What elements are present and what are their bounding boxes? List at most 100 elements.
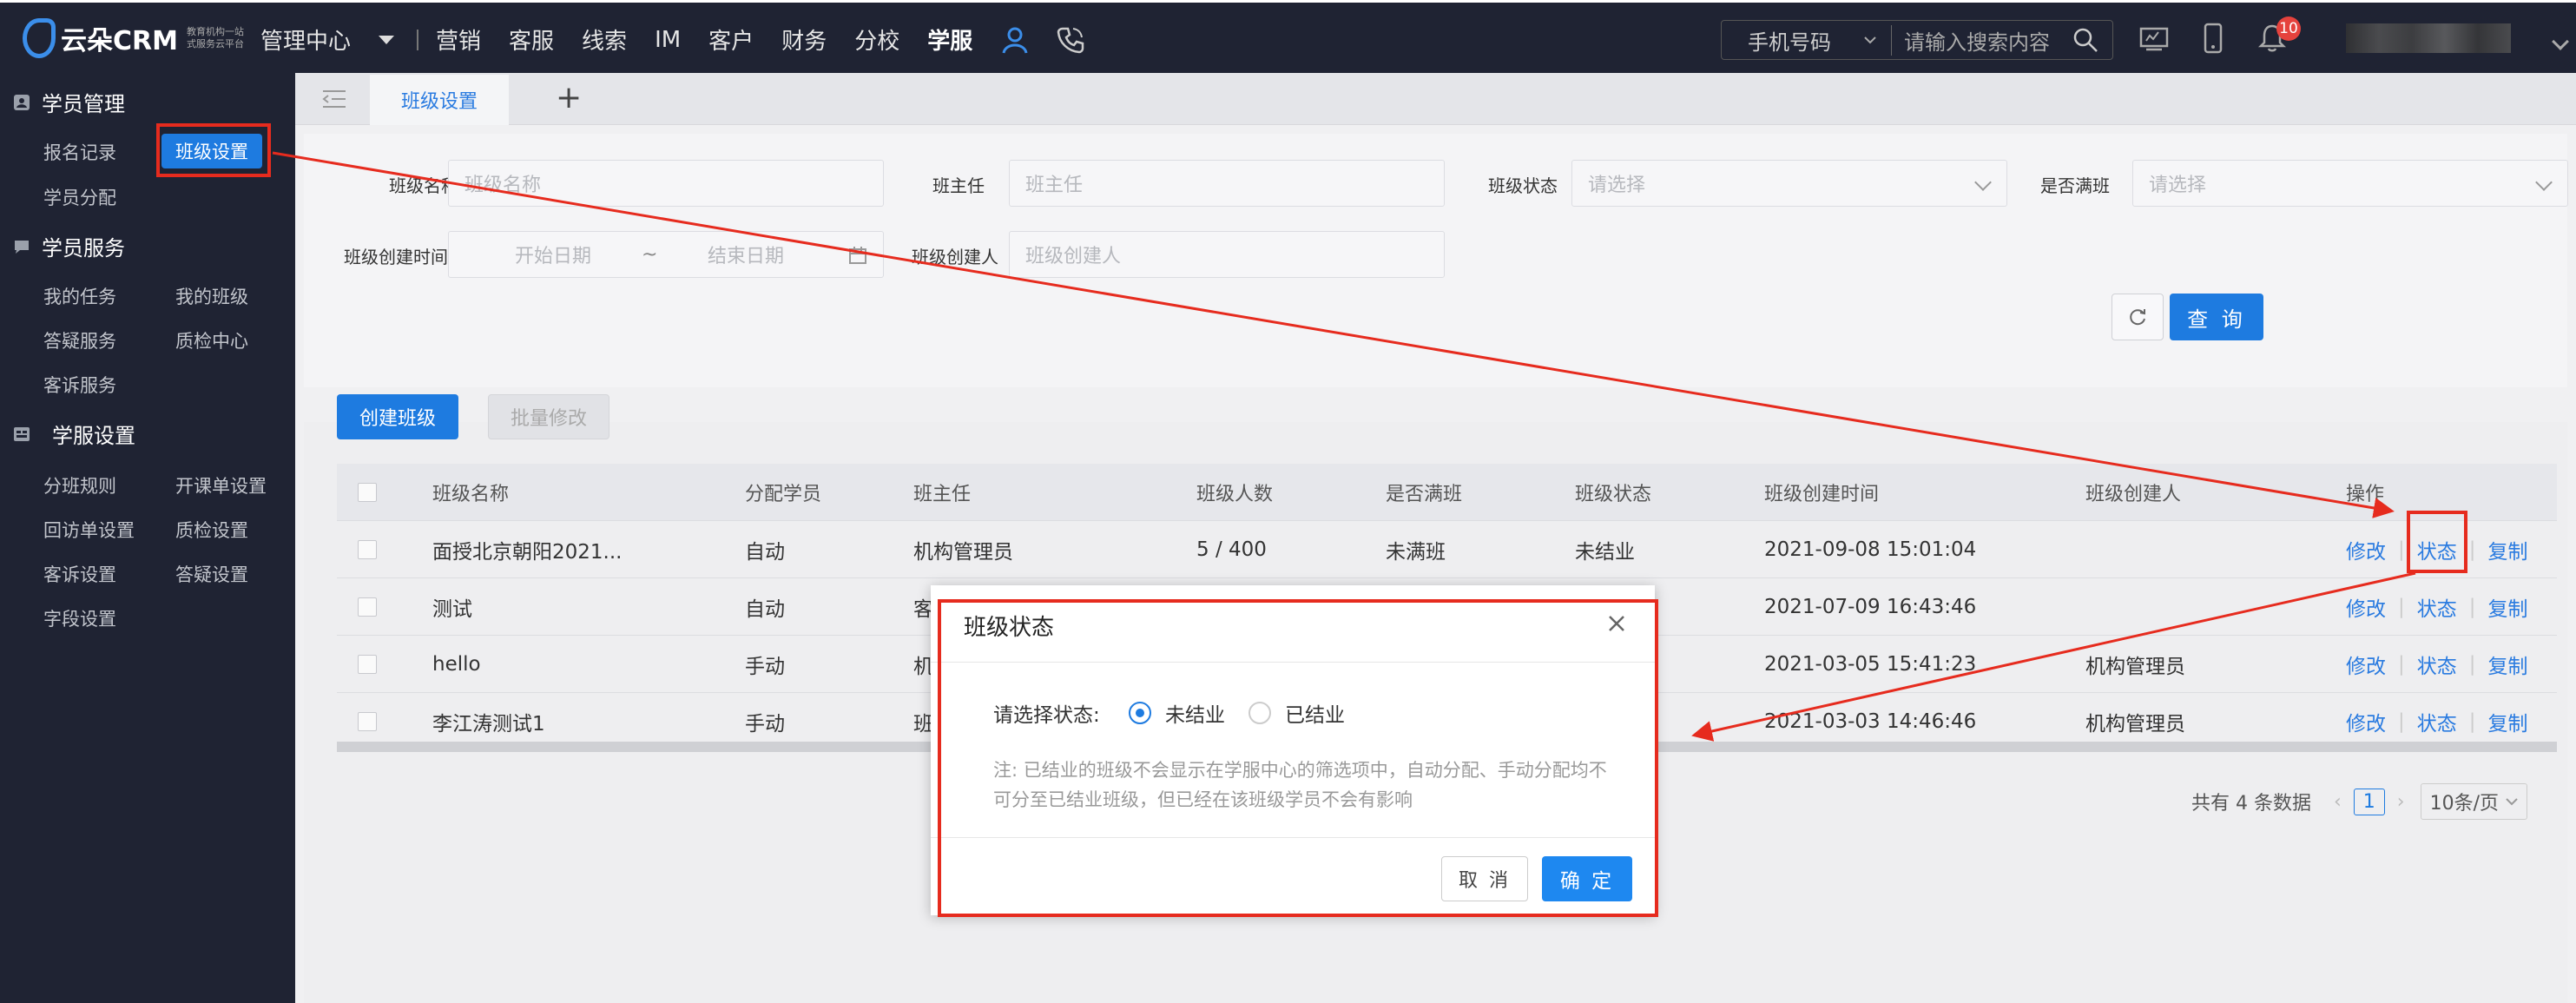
- sidebar-item-enroll-record[interactable]: 报名记录: [43, 139, 116, 165]
- sidebar-item-complaint-settings[interactable]: 客诉设置: [43, 561, 116, 587]
- nav-item-marketing[interactable]: 营销: [436, 23, 481, 56]
- op-divider: |: [2468, 710, 2476, 733]
- class-status-select[interactable]: 请选择: [1571, 160, 2007, 207]
- copy-link[interactable]: 复制: [2488, 707, 2528, 736]
- next-page-icon[interactable]: ›: [2397, 791, 2405, 813]
- collapse-menu-icon[interactable]: [321, 89, 347, 109]
- create-class-button[interactable]: 创建班级: [337, 394, 458, 439]
- add-tab-button[interactable]: +: [556, 80, 582, 115]
- sidebar-item-qa-service[interactable]: 答疑服务: [43, 327, 116, 353]
- sidebar-item-open-class-settings[interactable]: 开课单设置: [175, 472, 267, 498]
- nav-item-leads[interactable]: 线索: [582, 23, 627, 56]
- select-all-checkbox[interactable]: [358, 464, 377, 521]
- class-status-label: 班级状态: [1488, 175, 1558, 196]
- edit-link[interactable]: 修改: [2346, 592, 2386, 622]
- sidebar-item-assign-rules[interactable]: 分班规则: [43, 472, 116, 498]
- batch-edit-button[interactable]: 批量修改: [488, 394, 609, 439]
- tab-bar: 班级设置 +: [295, 73, 2576, 125]
- cell-class-name[interactable]: 测试: [432, 578, 472, 636]
- nav-divider: [417, 29, 419, 50]
- cell-class-name[interactable]: 面授北京朝阳2021...: [432, 521, 622, 578]
- nav-item-student-service[interactable]: 学服: [927, 23, 972, 56]
- copy-link[interactable]: 复制: [2488, 650, 2528, 679]
- search-type-value: 手机号码: [1748, 30, 1831, 55]
- start-date-input[interactable]: 开始日期: [515, 241, 591, 268]
- tab-class-settings[interactable]: 班级设置: [370, 73, 509, 125]
- page-1-button[interactable]: 1: [2353, 788, 2385, 815]
- search-input[interactable]: 请输入搜索内容: [1892, 25, 2072, 56]
- nav-item-customer-service[interactable]: 客服: [509, 23, 554, 56]
- copy-link[interactable]: 复制: [2488, 535, 2528, 564]
- user-icon[interactable]: [1000, 25, 1030, 55]
- prev-page-icon[interactable]: ‹: [2334, 791, 2342, 813]
- head-teacher-label: 班主任: [932, 175, 985, 196]
- sidebar: 学员管理 报名记录 班级设置 学员分配 学员服务 我的任务 我的班级 答疑服务 …: [0, 73, 295, 1003]
- sidebar-item-my-classes[interactable]: 我的班级: [175, 283, 248, 309]
- cell-class-name[interactable]: hello: [432, 636, 481, 693]
- sidebar-group-student-service[interactable]: 学员服务: [12, 231, 125, 261]
- annotation-box-status-link: [2407, 511, 2467, 573]
- edit-link[interactable]: 修改: [2346, 650, 2386, 679]
- cell-created-time: 2021-09-08 15:01:04: [1764, 538, 1977, 561]
- refresh-button[interactable]: [2112, 294, 2164, 340]
- refresh-icon: [2130, 309, 2145, 326]
- sidebar-item-complaint-service[interactable]: 客诉服务: [43, 372, 116, 398]
- sidebar-item-qa-settings[interactable]: 答疑设置: [175, 561, 248, 587]
- sidebar-item-field-settings[interactable]: 字段设置: [43, 605, 116, 631]
- chevron-down-icon: [2535, 174, 2553, 191]
- copy-link[interactable]: 复制: [2488, 592, 2528, 622]
- status-link[interactable]: 状态: [2417, 650, 2457, 679]
- monitor-icon[interactable]: [2138, 22, 2171, 55]
- sidebar-item-student-assign[interactable]: 学员分配: [43, 184, 116, 210]
- top-navigation-bar: 云朵CRM 教育机构一站 式服务云平台 管理中心 营销 客服 线索 IM 客户 …: [0, 0, 2576, 73]
- class-name-input[interactable]: 班级名称: [448, 160, 884, 207]
- page-size-value: 10条/页: [2429, 793, 2500, 815]
- pagination: 共有 4 条数据 ‹ 1 › 10条/页: [2191, 783, 2528, 820]
- mobile-phone-icon[interactable]: [2197, 22, 2230, 55]
- sidebar-item-my-tasks[interactable]: 我的任务: [43, 283, 116, 309]
- search-icon[interactable]: [2072, 27, 2098, 53]
- sidebar-group-service-settings[interactable]: 学服设置: [12, 419, 135, 449]
- row-checkbox[interactable]: [358, 578, 377, 636]
- chevron-down-icon: [2506, 798, 2518, 806]
- cell-class-size: 5 / 400: [1196, 538, 1267, 561]
- annotation-box-dialog: [938, 599, 1658, 917]
- op-divider: |: [2398, 710, 2405, 733]
- sidebar-item-qc-settings[interactable]: 质检设置: [175, 517, 248, 543]
- global-search: 手机号码 请输入搜索内容: [1721, 20, 2113, 60]
- page-size-select[interactable]: 10条/页: [2420, 783, 2528, 820]
- class-name-label: 班级名称: [389, 175, 458, 196]
- sidebar-group-title: 学员服务: [42, 236, 125, 261]
- edit-link[interactable]: 修改: [2346, 535, 2386, 564]
- row-operations: 修改 | 状态 | 复制: [2346, 578, 2528, 636]
- status-link[interactable]: 状态: [2417, 592, 2457, 622]
- nav-item-branch[interactable]: 分校: [854, 23, 899, 56]
- chevron-down-icon[interactable]: [2552, 33, 2569, 50]
- date-range-picker[interactable]: 开始日期 ~ 结束日期: [448, 231, 884, 278]
- logo[interactable]: 云朵CRM 教育机构一站 式服务云平台: [23, 18, 244, 58]
- nav-item-finance[interactable]: 财务: [781, 23, 827, 56]
- col-operations: 操作: [2346, 484, 2385, 505]
- op-divider: |: [2398, 596, 2405, 618]
- is-full-select[interactable]: 请选择: [2132, 160, 2568, 207]
- nav-item-im[interactable]: IM: [655, 27, 681, 53]
- query-button[interactable]: 查 询: [2170, 294, 2263, 340]
- row-checkbox[interactable]: [358, 636, 377, 693]
- user-account-blurred[interactable]: [2346, 23, 2511, 53]
- dropdown-caret-icon[interactable]: [379, 35, 395, 44]
- row-checkbox[interactable]: [358, 521, 377, 578]
- phone-call-icon[interactable]: [1056, 25, 1085, 55]
- end-date-input[interactable]: 结束日期: [708, 241, 784, 268]
- is-full-label: 是否满班: [2040, 175, 2110, 196]
- sidebar-group-student-management[interactable]: 学员管理: [12, 87, 125, 117]
- search-type-select[interactable]: 手机号码: [1722, 24, 1892, 56]
- management-center-menu[interactable]: 管理中心: [260, 23, 351, 56]
- nav-item-customers[interactable]: 客户: [708, 23, 754, 56]
- edit-link[interactable]: 修改: [2346, 707, 2386, 736]
- status-link[interactable]: 状态: [2417, 707, 2457, 736]
- head-teacher-input[interactable]: 班主任: [1009, 160, 1445, 207]
- cell-head-teacher: 机构管理员: [913, 541, 1013, 564]
- creator-input[interactable]: 班级创建人: [1009, 231, 1445, 278]
- sidebar-item-qc-center[interactable]: 质检中心: [175, 327, 248, 353]
- sidebar-item-revisit-settings[interactable]: 回访单设置: [43, 517, 135, 543]
